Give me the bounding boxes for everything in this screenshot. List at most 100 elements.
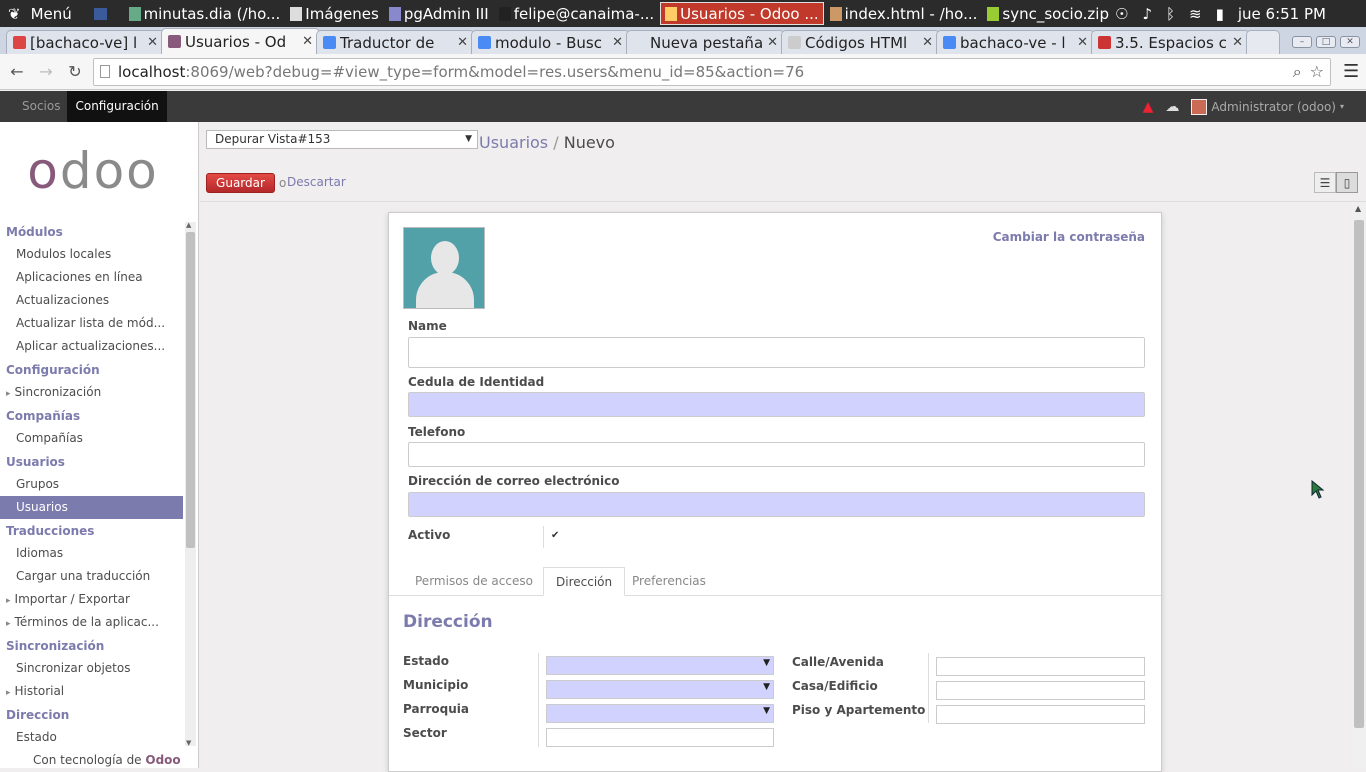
scroll-down-icon[interactable]: ▼ <box>186 739 191 747</box>
debug-view-select[interactable]: Depurar Vista#153 ▼ <box>206 130 478 149</box>
list-view-icon[interactable]: ☰ <box>1314 172 1336 193</box>
user-photo[interactable] <box>403 227 485 309</box>
discard-button[interactable]: Descartar <box>287 175 346 189</box>
forward-icon[interactable]: → <box>35 61 57 83</box>
sidebar-item[interactable]: Importar / Exportar <box>0 588 183 611</box>
taskbar-item[interactable]: Imágenes <box>286 2 383 25</box>
casa-field[interactable] <box>936 681 1145 700</box>
taskbar-item[interactable]: index.html - /ho... <box>826 2 982 25</box>
sidebar-item[interactable]: Términos de la aplicac... <box>0 611 183 634</box>
sidebar-item[interactable]: Idiomas <box>0 542 183 565</box>
breadcrumb-parent[interactable]: Usuarios <box>479 133 548 152</box>
close-tab-icon[interactable]: ✕ <box>457 35 468 50</box>
close-window-icon[interactable]: ✕ <box>1340 36 1360 48</box>
cedula-field[interactable] <box>408 392 1145 417</box>
zoom-icon[interactable]: ⌕ <box>1293 62 1302 82</box>
form-view-icon[interactable]: ▯ <box>1336 172 1358 193</box>
sidebar-item[interactable]: Modulos locales <box>0 243 183 266</box>
clock[interactable]: jue 6:51 PM <box>1238 5 1326 23</box>
name-field[interactable] <box>408 337 1145 368</box>
sidebar-item[interactable]: Aplicaciones en línea <box>0 266 183 289</box>
close-tab-icon[interactable]: ✕ <box>612 35 623 50</box>
sidebar-item[interactable]: Cargar una traducción <box>0 565 183 588</box>
sidebar-item[interactable]: Actualizaciones <box>0 289 183 312</box>
sidebar-scrollbar[interactable]: ▲ ▼ <box>185 221 196 747</box>
minimize-window-icon[interactable]: – <box>1292 36 1312 48</box>
activo-checkbox[interactable]: ✔ <box>551 531 562 542</box>
powered-by-link[interactable]: Odoo <box>145 753 180 767</box>
volume-icon[interactable]: ♪ <box>1142 5 1152 23</box>
workspace-icon[interactable] <box>93 7 107 20</box>
bluetooth-icon[interactable]: ᛒ <box>1166 5 1175 23</box>
warning-icon[interactable]: ▲ <box>1143 99 1154 115</box>
tab-preferencias[interactable]: Preferencias <box>620 567 718 596</box>
sidebar-item[interactable]: Actualizar lista de mód... <box>0 312 183 335</box>
sidebar-item[interactable]: Compañías <box>0 427 183 450</box>
odoo-logo[interactable]: odoo <box>0 122 198 220</box>
close-tab-icon[interactable]: ✕ <box>147 35 158 50</box>
calle-field[interactable] <box>936 657 1145 676</box>
taskbar-item[interactable]: Usuarios - Odoo ... <box>660 2 824 25</box>
menu-socios[interactable]: Socios <box>0 91 67 122</box>
browser-tab[interactable]: modulo - Busc ✕ <box>471 30 630 54</box>
telefono-field[interactable] <box>408 442 1145 467</box>
save-button[interactable]: Guardar <box>206 173 275 193</box>
menu-configuracion[interactable]: Configuración <box>67 91 167 122</box>
browser-tab[interactable]: bachaco-ve - l ✕ <box>936 30 1095 54</box>
os-menu-button[interactable]: ❦ Menú <box>0 5 94 23</box>
parroquia-select[interactable]: ▼ <box>546 704 774 723</box>
browser-tab[interactable]: [bachaco-ve] l ✕ <box>6 30 165 54</box>
sidebar-item[interactable]: Sincronización <box>0 381 183 404</box>
main-scroll-thumb[interactable] <box>1354 220 1364 728</box>
change-password-link[interactable]: Cambiar la contraseña <box>993 230 1145 244</box>
close-tab-icon[interactable]: ✕ <box>302 34 313 49</box>
browser-tab[interactable]: Usuarios - Od ✕ <box>161 28 320 54</box>
close-tab-icon[interactable]: ✕ <box>767 35 778 50</box>
column-divider <box>538 653 539 747</box>
email-field[interactable] <box>408 492 1145 517</box>
tab-permisos[interactable]: Permisos de acceso <box>403 567 545 596</box>
wifi-icon[interactable]: ≋ <box>1189 5 1202 23</box>
browser-tab[interactable]: Códigos HTMl ✕ <box>781 30 940 54</box>
scroll-up-icon[interactable]: ▲ <box>186 221 191 229</box>
sector-field[interactable] <box>546 728 774 747</box>
accessibility-icon[interactable]: ☉ <box>1115 5 1128 23</box>
piso-label: Piso y Apartemento <box>792 703 926 717</box>
sidebar-item[interactable]: Historial <box>0 680 183 703</box>
taskbar-item[interactable]: minutas.dia (/ho... <box>125 2 285 25</box>
parroquia-label: Parroquia <box>403 702 469 716</box>
favicon-icon <box>1098 36 1111 49</box>
browser-tab[interactable]: 3.5. Espacios c ✕ <box>1091 30 1250 54</box>
tab-direccion[interactable]: Dirección <box>543 567 626 596</box>
taskbar-item[interactable]: pgAdmin III <box>385 2 493 25</box>
sidebar-scroll-thumb[interactable] <box>186 232 195 548</box>
user-menu[interactable]: Administrator (odoo) ▾ <box>1191 98 1344 115</box>
sidebar-item[interactable]: Usuarios <box>0 496 183 519</box>
close-tab-icon[interactable]: ✕ <box>922 35 933 50</box>
address-bar[interactable]: localhost :8069/web?debug=#view_type=for… <box>93 57 1331 86</box>
browser-tab[interactable]: Nueva pestaña ✕ <box>626 30 785 54</box>
sidebar-item[interactable]: Sincronizar objetos <box>0 657 183 680</box>
piso-field[interactable] <box>936 705 1145 724</box>
taskbar-item[interactable]: sync_socio.zip <box>983 2 1113 25</box>
chat-icon[interactable]: ☁ <box>1165 99 1179 115</box>
bookmark-star-icon[interactable]: ☆ <box>1310 62 1324 82</box>
back-icon[interactable]: ← <box>6 61 28 83</box>
taskbar-item[interactable]: felipe@canaima-... <box>495 2 658 25</box>
debug-view-value: Depurar Vista#153 <box>215 132 331 146</box>
sidebar-item[interactable]: Estado <box>0 726 183 749</box>
maximize-window-icon[interactable]: □ <box>1316 36 1336 48</box>
sidebar-item[interactable]: Grupos <box>0 473 183 496</box>
close-tab-icon[interactable]: ✕ <box>1232 35 1243 50</box>
close-tab-icon[interactable]: ✕ <box>1077 35 1088 50</box>
battery-icon[interactable]: ▮ <box>1216 5 1224 23</box>
sidebar-item[interactable]: Aplicar actualizaciones... <box>0 335 183 358</box>
new-tab-button[interactable] <box>1246 30 1280 54</box>
estado-select[interactable]: ▼ <box>546 656 774 675</box>
browser-tab[interactable]: Traductor de ✕ <box>316 30 475 54</box>
reload-icon[interactable]: ↻ <box>64 61 86 83</box>
browser-menu-icon[interactable]: ☰ <box>1343 61 1359 82</box>
main-scrollbar[interactable]: ▲ <box>1352 202 1366 768</box>
scroll-up-icon[interactable]: ▲ <box>1355 204 1361 213</box>
municipio-select[interactable]: ▼ <box>546 680 774 699</box>
